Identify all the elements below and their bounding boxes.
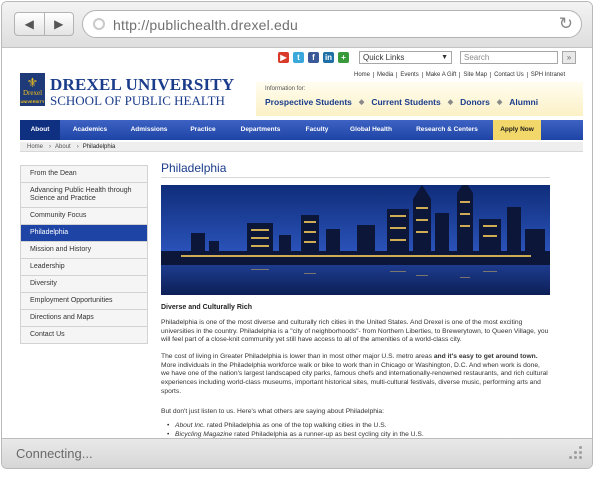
- utility-bar: ▶ t f in + Quick Links ▼ Search »: [2, 48, 592, 66]
- list-item: About Inc. rated Philadelphia as one of …: [167, 421, 535, 430]
- diamond-icon: ◆: [496, 99, 503, 106]
- nav-item[interactable]: Global Health: [341, 120, 401, 140]
- youtube-icon[interactable]: ▶: [278, 52, 289, 63]
- sidebar-item[interactable]: Advancing Public Health through Science …: [20, 183, 148, 208]
- top-link[interactable]: Events: [396, 72, 421, 78]
- main-nav: About Academics Admissions Practice Departme…: [20, 120, 583, 140]
- paragraph-text: More individuals in the Philadelphia wor…: [161, 361, 548, 395]
- nav-item[interactable]: Admissions: [120, 120, 178, 140]
- twitter-icon[interactable]: t: [293, 52, 304, 63]
- info-for-label: Information for:: [265, 86, 306, 92]
- facebook-icon[interactable]: f: [308, 52, 319, 63]
- search-go-button[interactable]: »: [562, 51, 576, 64]
- social-links: ▶ t f in +: [278, 52, 349, 63]
- sidebar-item[interactable]: Philadelphia: [20, 225, 148, 242]
- audience-link[interactable]: Current Students: [371, 97, 440, 107]
- page-status-icon: [93, 18, 105, 30]
- share-icon[interactable]: +: [338, 52, 349, 63]
- breadcrumb: Home › About › Philadelphia: [20, 142, 583, 152]
- top-link[interactable]: SPH Intranet: [526, 72, 568, 78]
- nav-item[interactable]: Academics: [60, 120, 120, 140]
- sidebar-item[interactable]: Diversity: [20, 276, 148, 293]
- dragon-icon: ⚜: [26, 75, 39, 90]
- audience-link[interactable]: Alumni: [509, 97, 538, 107]
- sidebar-item[interactable]: Contact Us: [20, 327, 148, 344]
- others-paragraph: But don't just listen to us. Here's what…: [161, 408, 384, 415]
- intro-paragraph: Philadelphia is one of the most diverse …: [161, 319, 549, 344]
- breadcrumb-item[interactable]: About: [51, 142, 77, 151]
- paragraph-text: The cost of living in Greater Philadelph…: [161, 353, 434, 360]
- nav-buttons: ◀ ▶: [14, 12, 74, 36]
- top-link[interactable]: Make A Gift: [421, 72, 460, 78]
- status-text: Connecting...: [16, 446, 93, 461]
- nav-item[interactable]: Faculty: [293, 120, 341, 140]
- audience-links: Prospective Students ◆ Current Students ◆ Do…: [265, 97, 538, 107]
- resize-grip-icon[interactable]: [569, 446, 583, 460]
- reload-icon[interactable]: ↻: [559, 14, 573, 34]
- title-divider: [161, 177, 550, 178]
- nav-item[interactable]: Practice: [178, 120, 228, 140]
- top-link[interactable]: Home: [351, 72, 373, 78]
- address-bar[interactable]: http://publichealth.drexel.edu ↻: [82, 10, 582, 38]
- page-viewport: ▶ t f in + Quick Links ▼ Search » ⚜ Drexel U…: [2, 48, 592, 439]
- sidebar-nav: From the Dean Advancing Public Health thr…: [20, 165, 148, 344]
- quick-links-label: Quick Links: [363, 53, 405, 62]
- sidebar-item[interactable]: From the Dean: [20, 165, 148, 183]
- sidebar-item[interactable]: Community Focus: [20, 208, 148, 225]
- audience-link[interactable]: Donors: [460, 97, 490, 107]
- nav-item[interactable]: About: [20, 120, 60, 140]
- paragraph-bold-text: and it's easy to get around town.: [433, 353, 538, 360]
- sidebar-item[interactable]: Leadership: [20, 259, 148, 276]
- quick-links-select[interactable]: Quick Links ▼: [359, 51, 452, 64]
- section-heading: Diverse and Culturally Rich: [161, 304, 253, 311]
- forward-button-icon[interactable]: ▶: [43, 13, 74, 35]
- audience-link[interactable]: Prospective Students: [265, 97, 352, 107]
- nav-item[interactable]: Apply Now: [493, 120, 541, 140]
- logo-text: Drexel: [22, 89, 43, 97]
- breadcrumb-item: Philadelphia: [82, 144, 116, 150]
- breadcrumb-item[interactable]: Home: [23, 142, 49, 151]
- philadelphia-skyline-image: [161, 185, 550, 295]
- logo-subtext: UNIVERSITY: [20, 99, 45, 104]
- chevron-down-icon: ▼: [441, 54, 448, 61]
- school-name[interactable]: SCHOOL OF PUBLIC HEALTH: [50, 93, 225, 109]
- url-text[interactable]: http://publichealth.drexel.edu: [113, 17, 298, 33]
- drexel-logo[interactable]: ⚜ Drexel UNIVERSITY: [20, 73, 45, 106]
- sidebar-item[interactable]: Directions and Maps: [20, 310, 148, 327]
- university-name[interactable]: DREXEL UNIVERSITY: [50, 75, 234, 95]
- nav-item[interactable]: Departments: [228, 120, 293, 140]
- top-links: Home Media Events Make A Gift Site Map Contac…: [351, 72, 568, 78]
- top-link[interactable]: Media: [373, 72, 396, 78]
- list-item-text: rated Philadelphia as one of the top wal…: [205, 422, 387, 429]
- status-bar: Connecting...: [2, 438, 592, 468]
- list-item-text: rated Philadelphia as a runner-up as bes…: [232, 431, 424, 438]
- diamond-icon: ◆: [447, 99, 454, 106]
- top-link[interactable]: Contact Us: [490, 72, 527, 78]
- quotes-list: About Inc. rated Philadelphia as one of …: [167, 421, 535, 439]
- linkedin-icon[interactable]: in: [323, 52, 334, 63]
- page-title: Philadelphia: [161, 161, 227, 175]
- sidebar-item[interactable]: Mission and History: [20, 242, 148, 259]
- nav-item[interactable]: Research & Centers: [401, 120, 493, 140]
- diamond-icon: ◆: [358, 99, 365, 106]
- search-input[interactable]: Search: [460, 51, 558, 64]
- sidebar-item[interactable]: Employment Opportunities: [20, 293, 148, 310]
- browser-window: ◀ ▶ http://publichealth.drexel.edu ↻ ▶ t f…: [1, 1, 593, 469]
- browser-toolbar: ◀ ▶ http://publichealth.drexel.edu ↻: [2, 2, 592, 48]
- audience-box: Information for: Prospective Students ◆ Cu…: [256, 82, 583, 116]
- back-button-icon[interactable]: ◀: [15, 13, 44, 35]
- source-name: Bicycling Magazine: [175, 431, 233, 438]
- source-name: About Inc.: [175, 422, 206, 429]
- cost-paragraph: The cost of living in Greater Philadelph…: [161, 353, 550, 397]
- top-link[interactable]: Site Map: [459, 72, 490, 78]
